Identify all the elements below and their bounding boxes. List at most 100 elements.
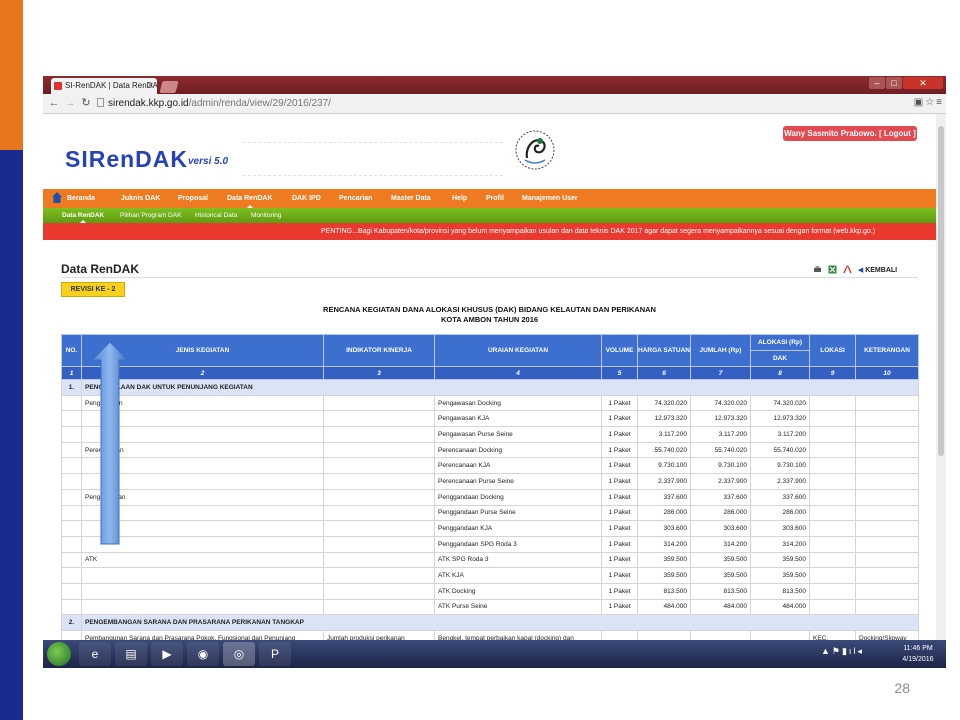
slide-accent-bar	[0, 0, 23, 150]
cell-no	[61, 488, 82, 506]
ie-icon[interactable]: e	[79, 642, 111, 666]
slide-number: 28	[894, 680, 910, 696]
tab-close-icon[interactable]: ✕	[147, 78, 154, 94]
nav-pencarian[interactable]: Pencarian	[339, 189, 372, 208]
url-field[interactable]: sirendak.kkp.go.id/admin/renda/view/29/2…	[97, 97, 897, 111]
cell-no	[61, 394, 82, 412]
cell-harga: 484.000	[637, 598, 691, 616]
cell-indikator	[323, 520, 435, 537]
pdf-icon[interactable]	[843, 265, 852, 274]
cell-jumlah: 12.973.320	[690, 410, 751, 428]
chrome-icon[interactable]: ◎	[223, 642, 255, 666]
nav-manajemen-user[interactable]: Manajemen User	[522, 189, 578, 208]
home-icon[interactable]	[52, 192, 62, 204]
announcement-ticker: PENTING...Bagi Kabupaten/kota/provinsi y…	[43, 223, 936, 240]
cell-lokasi	[809, 567, 856, 584]
cell-indikator	[323, 473, 435, 490]
cell-uraian: Penggandaan KJA	[434, 520, 602, 537]
subnav-data-rendak[interactable]: Data RenDAK	[62, 208, 104, 223]
cell-dak: 2.337.900	[750, 473, 810, 490]
table-row: ATK Docking 1 Paket 813.500 813.500 813.500	[61, 582, 919, 600]
cell-volume: 1 Paket	[601, 535, 638, 553]
cell-lokasi	[809, 410, 856, 428]
system-tray-icons[interactable]: ▲⚑▮ıl◂	[821, 646, 864, 657]
maximize-button[interactable]: □	[886, 77, 902, 89]
table-row: PengawasanPengawasan Docking1 Paket74.32…	[61, 394, 919, 412]
kembali-link[interactable]: KEMBALI	[865, 267, 897, 274]
cell-uraian: Penggandaan SPG Roda 3	[434, 535, 602, 553]
explorer-icon[interactable]: ▤	[115, 642, 147, 666]
nav-proposal[interactable]: Proposal	[178, 189, 208, 208]
cell-uraian: Pengawasan Docking	[434, 394, 602, 412]
nav-juknis-dak[interactable]: Juknis DAK	[121, 189, 160, 208]
cell-no	[61, 410, 82, 428]
cell-keterangan	[855, 410, 919, 428]
address-bar: ← → ↻ sirendak.kkp.go.id/admin/renda/vie…	[43, 94, 946, 114]
taskbar-clock[interactable]: 11:46 PM 4/19/2016	[893, 643, 943, 665]
cell-dak: 337.600	[750, 488, 810, 506]
subnav-historical-data[interactable]: Historical Data	[195, 208, 237, 223]
nav-dak-ipd[interactable]: DAK IPD	[292, 189, 321, 208]
cell-volume: 1 Paket	[601, 394, 638, 412]
nav-beranda[interactable]: Beranda	[67, 189, 95, 208]
cell-jenis: ATK	[81, 551, 324, 569]
user-logout-link[interactable]: Wany Sasmito Prabowo. [ Logout ]	[783, 126, 917, 141]
table-row: Perencanaan Purse Seine 1 Paket 2.337.900 2…	[61, 473, 919, 490]
cell-dak: 9.730.100	[750, 457, 810, 475]
cell-no	[61, 535, 82, 553]
revisi-badge[interactable]: REVISI KE - 2	[61, 282, 125, 297]
section-number: 2.	[61, 614, 82, 631]
cell-keterangan	[855, 394, 919, 412]
browser-extension-icons[interactable]: ▣☆≡	[914, 97, 944, 108]
cell-keterangan	[855, 535, 919, 553]
window-close-button[interactable]: ✕	[903, 77, 943, 89]
cell-keterangan	[855, 488, 919, 506]
firefox-icon[interactable]: ◉	[187, 642, 219, 666]
col-header-keterangan: KETERANGAN	[855, 334, 919, 367]
cell-jumlah	[690, 630, 751, 640]
cell-uraian: Perencanaan Docking	[434, 441, 602, 459]
powerpoint-icon[interactable]: P	[259, 642, 291, 666]
media-player-icon[interactable]: ▶	[151, 642, 183, 666]
cell-volume: 1 Paket	[601, 410, 638, 428]
forward-arrow-icon[interactable]: →	[63, 96, 77, 110]
cell-harga: 813.500	[637, 582, 691, 600]
start-button[interactable]	[47, 642, 71, 666]
browser-screenshot: SI-RenDAK | Data RenDAK ✕ – □ ✕ ← → ↻ si…	[43, 76, 946, 668]
nav-help[interactable]: Help	[452, 189, 467, 208]
col-header-alokasi: ALOKASI (Rp)	[750, 334, 810, 351]
subnav-pilihan-program-dak[interactable]: Pilihan Program DAK	[120, 208, 181, 223]
cell-dak: 484.000	[750, 598, 810, 616]
browser-tab[interactable]: SI-RenDAK | Data RenDAK ✕	[51, 78, 157, 94]
subnav-monitoring[interactable]: Monitoring	[251, 208, 281, 223]
cell-volume: 1 Paket	[601, 488, 638, 506]
minimize-button[interactable]: –	[869, 77, 885, 89]
cell-lokasi	[809, 535, 856, 553]
back-arrow-icon[interactable]: ←	[47, 96, 61, 110]
cell-harga: 314.200	[637, 535, 691, 553]
table-row: Pengawasan Purse Seine 1 Paket 3.117.200 3.…	[61, 426, 919, 443]
reload-icon[interactable]: ↻	[79, 96, 93, 110]
col-number: 3	[323, 366, 435, 380]
col-header-jumlah: JUMLAH (Rp)	[690, 334, 751, 367]
cell-dak: 55.740.020	[750, 441, 810, 459]
page-scrollbar[interactable]	[936, 114, 946, 640]
scrollbar-thumb[interactable]	[938, 126, 944, 456]
nav-master-data[interactable]: Master Data	[391, 189, 431, 208]
print-icon[interactable]	[813, 265, 822, 274]
excel-icon[interactable]	[828, 265, 837, 274]
cell-indikator	[323, 535, 435, 553]
cell-jenis	[81, 582, 324, 600]
cell-uraian: Perencanaan KJA	[434, 457, 602, 475]
new-tab-button[interactable]	[159, 81, 179, 93]
cell-dak: 303.600	[750, 520, 810, 537]
nav-data-rendak[interactable]: Data RenDAK	[227, 189, 273, 208]
cell-jumlah: 359.500	[690, 567, 751, 584]
windows-taskbar: e ▤ ▶ ◉ ◎ P ▲⚑▮ıl◂ 11:46 PM 4/19/2016	[43, 640, 946, 668]
cell-jumlah: 55.740.020	[690, 441, 751, 459]
col-header-uraian: URAIAN KEGIATAN	[434, 334, 602, 367]
nav-profil[interactable]: Profil	[486, 189, 504, 208]
cell-uraian: Pengawasan Purse Seine	[434, 426, 602, 443]
cell-harga: 359.500	[637, 551, 691, 569]
cell-indikator	[323, 488, 435, 506]
